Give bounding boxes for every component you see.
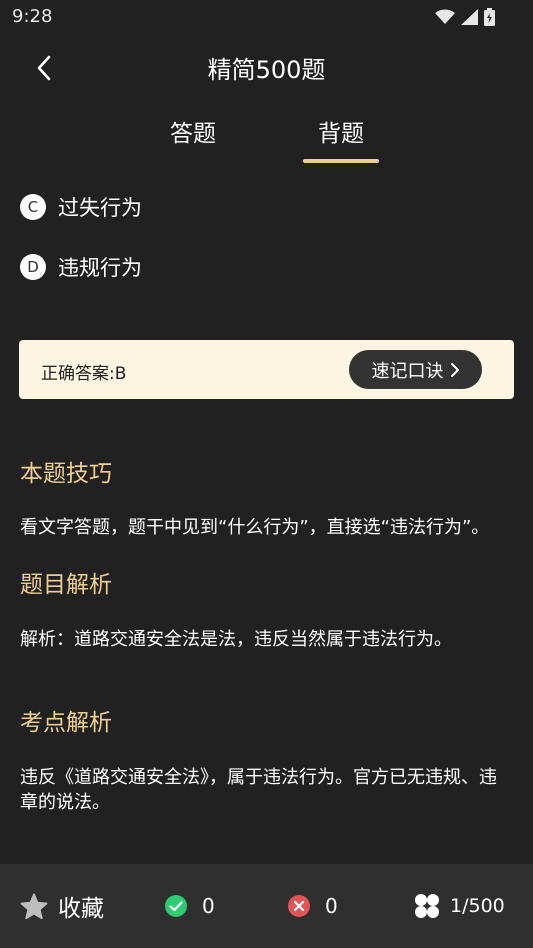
option-text: 过失行为 (58, 196, 142, 220)
option-text: 违规行为 (58, 256, 142, 280)
check-circle-icon (165, 895, 187, 917)
bottom-bar: 收藏 0 0 1/500 (0, 864, 533, 948)
question-progress[interactable]: 1/500 (414, 864, 505, 948)
section-title-key-point: 考点解析 (20, 710, 112, 736)
option-d[interactable]: D 违规行为 (20, 252, 142, 282)
section-body-tip: 看文字答题，题干中见到“什么行为”，直接选“违法行为”。 (20, 517, 490, 538)
favorite-button[interactable]: 收藏 (20, 864, 104, 948)
correct-count: 0 (202, 894, 215, 918)
correct-answer-text: 正确答案:B (41, 364, 127, 384)
page-title: 精简500题 (207, 56, 326, 84)
mnemonic-button[interactable]: 速记口诀 (349, 350, 482, 389)
correct-counter[interactable]: 0 (164, 864, 215, 948)
section-body-key-point: 违反《道路交通安全法》，属于违法行为。官方已无违规、违章的说法。 (20, 767, 497, 813)
wifi-icon (435, 9, 455, 24)
mnemonic-label: 速记口诀 (371, 360, 444, 382)
wrong-counter[interactable]: 0 (287, 864, 338, 948)
section-body-analysis: 解析：道路交通安全法是法，违反当然属于违法行为。 (20, 629, 452, 650)
option-letter-badge: C (20, 194, 46, 220)
status-bar: 9:28 (0, 0, 533, 36)
answer-box: 正确答案:B 速记口诀 (19, 340, 514, 399)
option-letter-badge: D (20, 254, 46, 280)
section-title-tip: 本题技巧 (20, 461, 112, 487)
star-icon (20, 892, 48, 919)
option-c[interactable]: C 过失行为 (20, 192, 142, 222)
tab-recite[interactable]: 背题 (303, 114, 379, 148)
status-icons (435, 8, 495, 26)
nav-bar: 精简500题 (0, 36, 533, 96)
grid-icon (415, 894, 439, 918)
chevron-right-icon (450, 362, 459, 377)
wrong-count: 0 (325, 894, 338, 918)
signal-icon (461, 9, 478, 25)
active-tab-indicator (303, 159, 379, 163)
battery-icon (484, 8, 495, 26)
section-title-analysis: 题目解析 (20, 572, 112, 598)
tab-answer[interactable]: 答题 (158, 114, 228, 148)
mode-tabs: 答题 背题 (0, 100, 533, 170)
progress-text: 1/500 (450, 895, 505, 917)
favorite-label: 收藏 (58, 896, 104, 922)
cross-circle-icon (288, 895, 310, 917)
status-time: 9:28 (12, 6, 53, 27)
